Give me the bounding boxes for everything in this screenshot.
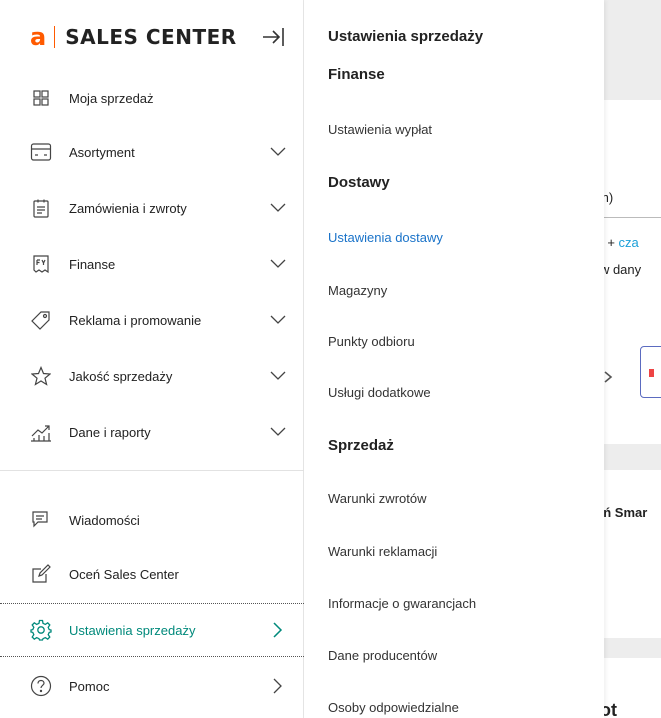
- sidebar: a SALES CENTER Moja sprzedaż Asortyment: [0, 0, 304, 718]
- link-warunki-zwrotow[interactable]: Warunki zwrotów: [328, 491, 426, 506]
- bottom-heading-fragment: ot: [604, 700, 617, 718]
- sidebar-item-pomoc[interactable]: Pomoc: [0, 666, 304, 706]
- sidebar-item-label: Pomoc: [69, 678, 110, 694]
- sidebar-item-moja-sprzedaz[interactable]: Moja sprzedaż: [0, 78, 304, 118]
- chevron-right-icon[interactable]: [604, 368, 614, 389]
- link-punkty-odbioru[interactable]: Punkty odbioru: [328, 334, 415, 349]
- brand-logo[interactable]: a SALES CENTER: [30, 22, 237, 52]
- star-icon: [30, 365, 52, 387]
- clipboard-icon: [30, 197, 52, 219]
- logo-separator: [54, 26, 56, 48]
- sidebar-item-label: Asortyment: [69, 144, 135, 160]
- main-content-background: :h) ki) + cza ) w dany ań Smar ot: [604, 0, 661, 718]
- sidebar-item-asortyment[interactable]: Asortyment: [0, 132, 304, 172]
- chevron-right-icon: [269, 621, 287, 639]
- help-icon: [30, 675, 52, 697]
- inventory-icon: [30, 141, 52, 163]
- sidebar-item-label: Reklama i promowanie: [69, 312, 202, 328]
- sidebar-item-wiadomosci[interactable]: Wiadomości: [0, 500, 304, 540]
- collapse-icon: [263, 28, 284, 46]
- edit-icon: [30, 563, 52, 585]
- sidebar-item-ocen[interactable]: Oceń Sales Center: [0, 554, 304, 594]
- link-ustawienia-wyplat[interactable]: Ustawienia wypłat: [328, 122, 432, 137]
- tag-icon: [30, 309, 52, 331]
- sidebar-item-ustawienia[interactable]: Ustawienia sprzedaży: [0, 603, 304, 657]
- section-heading-fragment: ań Smar: [604, 505, 648, 520]
- card-fragment[interactable]: [640, 346, 661, 398]
- info-text-fragment: ki) + cza: [604, 235, 639, 250]
- sidebar-divider: [0, 470, 304, 471]
- submenu-title: Ustawienia sprzedaży: [328, 28, 484, 45]
- chat-icon: [30, 509, 52, 531]
- link-dane-producentow[interactable]: Dane producentów: [328, 648, 437, 663]
- invoice-icon: [30, 253, 52, 275]
- section-heading-finanse: Finanse: [328, 66, 385, 83]
- logo-letter: a: [30, 23, 47, 51]
- sidebar-item-label: Moja sprzedaż: [69, 90, 154, 106]
- sidebar-item-dane-raporty[interactable]: Dane i raporty: [0, 412, 304, 452]
- chevron-down-icon: [269, 423, 287, 441]
- link-warunki-reklamacji[interactable]: Warunki reklamacji: [328, 544, 437, 559]
- chart-icon: [30, 421, 52, 443]
- link-uslugi-dodatkowe[interactable]: Usługi dodatkowe: [328, 385, 431, 400]
- grid-icon: [30, 87, 52, 109]
- section-heading-dostawy: Dostawy: [328, 174, 390, 191]
- input-text-fragment: :h): [604, 190, 614, 205]
- sidebar-item-label: Ustawienia sprzedaży: [69, 622, 196, 638]
- sidebar-item-label: Finanse: [69, 256, 116, 272]
- link-osoby-odpowiedzialne[interactable]: Osoby odpowiedzialne: [328, 700, 459, 715]
- settings-submenu: Ustawienia sprzedaży Finanse Ustawienia …: [304, 0, 604, 718]
- info-link-fragment[interactable]: cza: [619, 235, 639, 250]
- gray-band: [604, 444, 661, 470]
- link-magazyny[interactable]: Magazyny: [328, 283, 387, 298]
- sidebar-item-reklama[interactable]: Reklama i promowanie: [0, 300, 304, 340]
- sidebar-item-label: Jakość sprzedaży: [69, 368, 173, 384]
- sidebar-item-label: Dane i raporty: [69, 424, 151, 440]
- sidebar-item-label: Oceń Sales Center: [69, 566, 179, 582]
- sidebar-item-jakosc[interactable]: Jakość sprzedaży: [0, 356, 304, 396]
- gear-icon: [30, 619, 52, 641]
- chevron-down-icon: [269, 255, 287, 273]
- info-text-fragment-2: ) w dany: [604, 262, 642, 277]
- chevron-down-icon: [269, 143, 287, 161]
- chevron-down-icon: [269, 311, 287, 329]
- link-ustawienia-dostawy[interactable]: Ustawienia dostawy: [328, 230, 443, 245]
- brand-name: SALES CENTER: [65, 25, 237, 49]
- sidebar-item-label: Zamówienia i zwroty: [69, 200, 187, 216]
- sidebar-item-finanse[interactable]: Finanse: [0, 244, 304, 284]
- chevron-right-icon: [269, 677, 287, 695]
- collapse-sidebar-button[interactable]: [258, 22, 290, 52]
- chevron-down-icon: [269, 367, 287, 385]
- top-banner: [604, 0, 661, 100]
- gray-band-2: [604, 638, 661, 658]
- link-informacje-gwarancje[interactable]: Informacje o gwarancjach: [328, 596, 476, 611]
- sidebar-item-label: Wiadomości: [69, 512, 140, 528]
- section-heading-sprzedaz: Sprzedaż: [328, 437, 394, 454]
- chevron-down-icon: [269, 199, 287, 217]
- card-icon: [649, 369, 654, 377]
- sidebar-item-zamowienia[interactable]: Zamówienia i zwroty: [0, 188, 304, 228]
